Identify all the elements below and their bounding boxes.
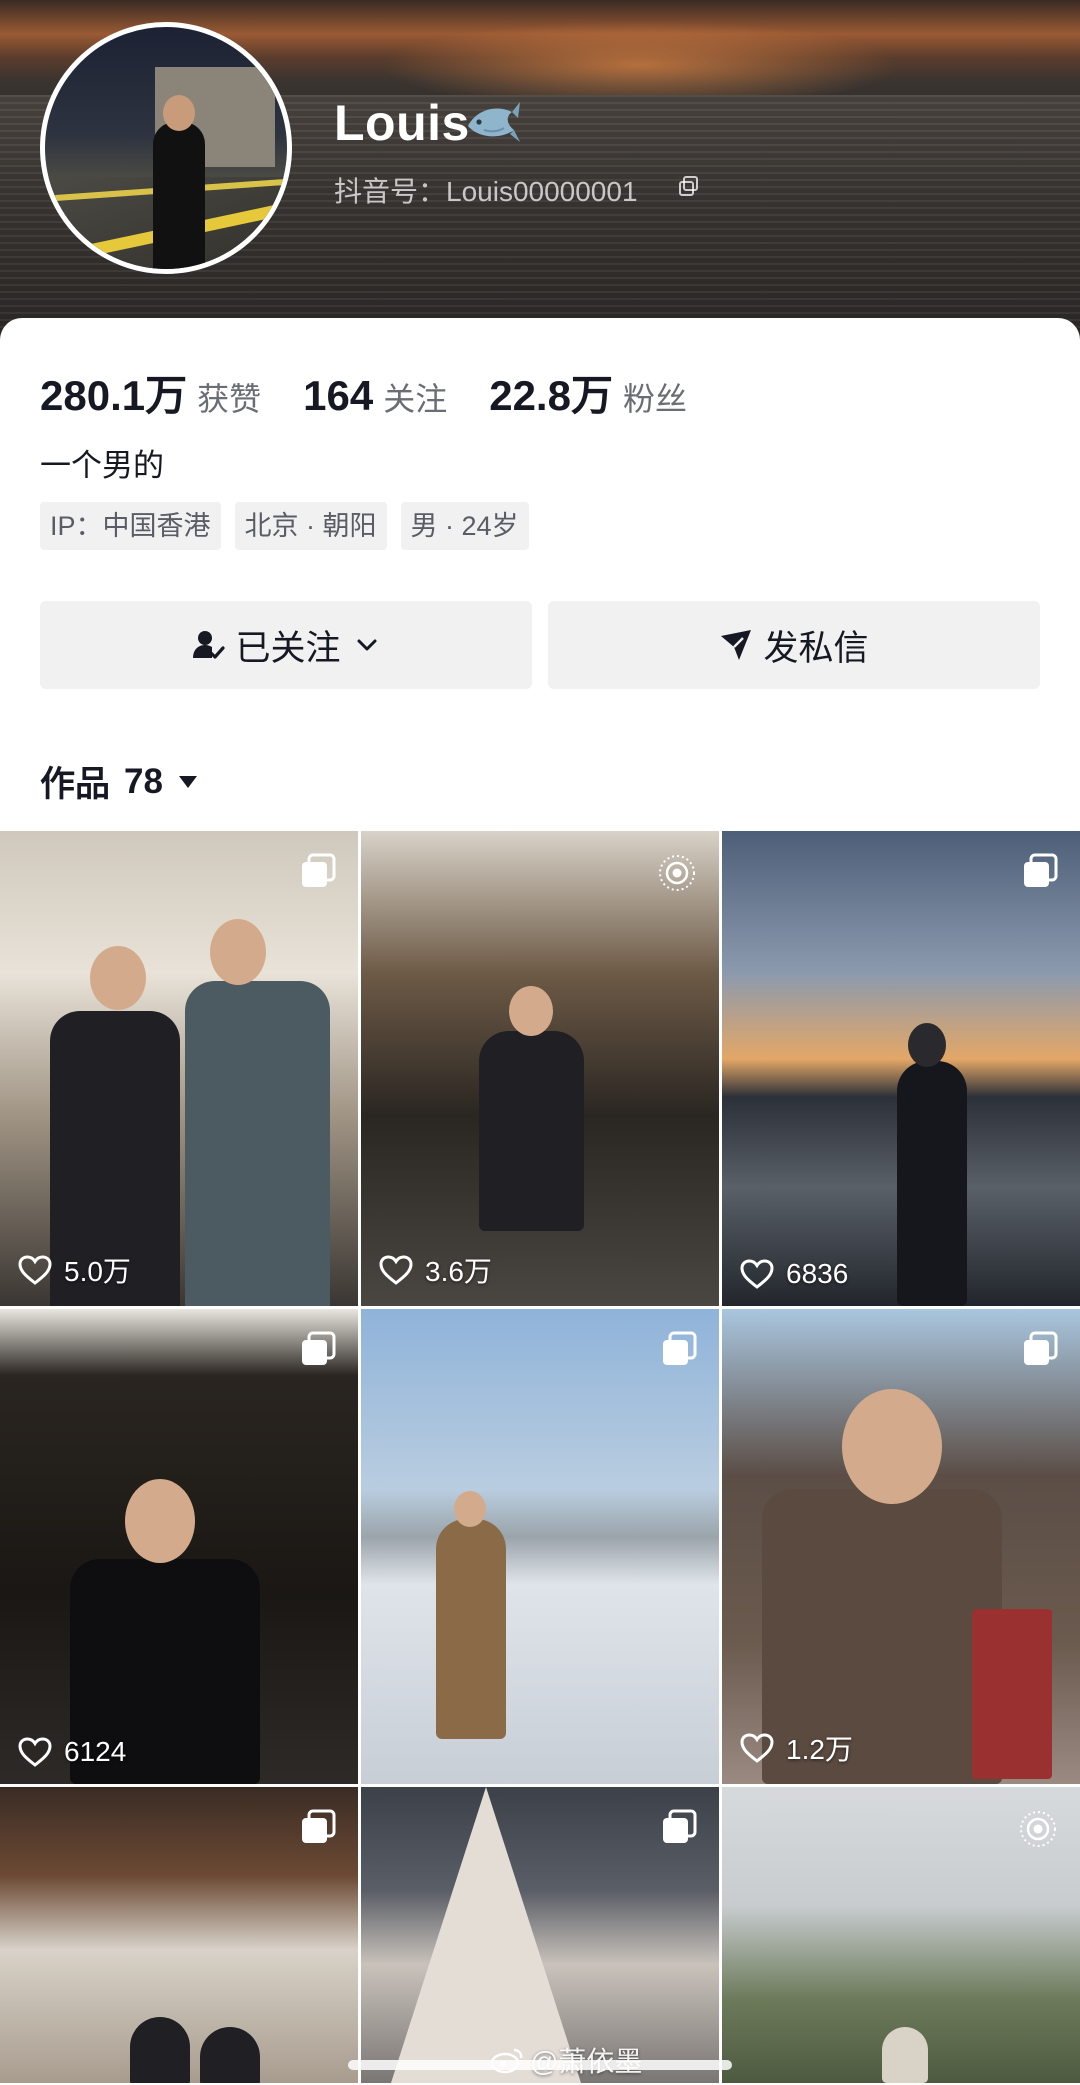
home-indicator[interactable] bbox=[348, 2060, 732, 2070]
gallery-icon bbox=[302, 1809, 336, 1843]
post-figure-face bbox=[210, 919, 266, 985]
avatar-person bbox=[153, 122, 205, 269]
copy-icon[interactable] bbox=[678, 175, 700, 197]
post-likes-count: 3.6万 bbox=[425, 1256, 492, 1287]
post-figure bbox=[436, 1519, 506, 1739]
post-likes: 6124 bbox=[18, 1736, 126, 1768]
post-figure-face bbox=[908, 1023, 946, 1067]
post-figure-face bbox=[509, 986, 553, 1036]
tag-gender-age: 男 · 24岁 bbox=[400, 502, 529, 550]
profile-stats: 280.1万 获赞 164 关注 22.8万 粉丝 bbox=[40, 362, 729, 423]
post-likes: 6836 bbox=[740, 1258, 848, 1290]
gallery-icon bbox=[1024, 1331, 1058, 1365]
avatar-person-head bbox=[163, 95, 195, 131]
stat-value: 22.8万 bbox=[489, 372, 613, 419]
stat-label: 关注 bbox=[383, 381, 448, 417]
profile-name: Louis bbox=[334, 95, 470, 151]
user-check-icon bbox=[193, 631, 226, 659]
post-thumbnail[interactable] bbox=[361, 1787, 719, 2083]
heart-icon bbox=[18, 1737, 52, 1767]
following-button-label: 已关注 bbox=[235, 628, 341, 668]
post-thumbnail[interactable]: 3.6万 bbox=[361, 831, 719, 1306]
profile-bio: 一个男的 bbox=[40, 448, 164, 483]
heart-icon bbox=[18, 1255, 52, 1285]
send-message-button[interactable]: 发私信 bbox=[548, 601, 1040, 689]
caret-down-icon bbox=[178, 775, 197, 788]
profile-tags: IP：中国香港 北京 · 朝阳 男 · 24岁 bbox=[40, 502, 543, 550]
stat-value: 280.1万 bbox=[40, 372, 188, 419]
stat-label: 获赞 bbox=[197, 381, 262, 417]
heart-icon bbox=[740, 1259, 774, 1289]
post-likes: 1.2万 bbox=[740, 1728, 853, 1768]
posts-grid: 5.0万 3.6万 6836 6124 1.2万 bbox=[0, 831, 1080, 2083]
following-button[interactable]: 已关注 bbox=[40, 601, 532, 689]
tag-ip-location: IP：中国香港 bbox=[40, 502, 221, 550]
post-thumbnail[interactable]: 6836 bbox=[722, 831, 1080, 1306]
heart-icon bbox=[379, 1255, 413, 1285]
post-figure-face bbox=[842, 1389, 942, 1504]
post-likes-count: 6124 bbox=[64, 1736, 127, 1767]
post-figure-face bbox=[454, 1491, 486, 1527]
post-figure-face bbox=[125, 1479, 195, 1563]
stat-following[interactable]: 164 关注 bbox=[303, 372, 447, 420]
works-count: 78 bbox=[124, 761, 163, 801]
works-tab[interactable]: 作品 78 bbox=[40, 756, 199, 807]
live-photo-icon bbox=[659, 855, 695, 891]
gallery-icon bbox=[302, 1331, 336, 1365]
fish-badge-icon bbox=[468, 102, 520, 142]
stat-label: 粉丝 bbox=[622, 381, 687, 417]
works-label: 作品 bbox=[40, 765, 111, 804]
send-message-label: 发私信 bbox=[763, 628, 869, 668]
gallery-icon bbox=[302, 853, 336, 887]
post-figure bbox=[479, 1031, 584, 1231]
post-thumbnail[interactable] bbox=[722, 1787, 1080, 2083]
live-photo-icon bbox=[1020, 1811, 1056, 1847]
profile-info-card: 280.1万 获赞 164 关注 22.8万 粉丝 一个男的 IP：中国香港 北… bbox=[0, 318, 1080, 828]
gallery-icon bbox=[663, 1331, 697, 1365]
post-christmas-tree bbox=[391, 1787, 581, 2083]
post-likes: 5.0万 bbox=[18, 1250, 131, 1290]
gallery-icon bbox=[1024, 853, 1058, 887]
chevron-down-icon bbox=[357, 639, 376, 651]
post-likes-count: 5.0万 bbox=[64, 1256, 131, 1287]
gallery-icon bbox=[663, 1809, 697, 1843]
post-likes-count: 1.2万 bbox=[786, 1734, 853, 1765]
tag-city[interactable]: 北京 · 朝阳 bbox=[234, 502, 387, 550]
post-book bbox=[972, 1609, 1052, 1779]
post-figure bbox=[185, 981, 330, 1306]
stat-followers[interactable]: 22.8万 粉丝 bbox=[489, 362, 687, 423]
post-thumbnail[interactable] bbox=[0, 1787, 358, 2083]
post-thumbnail[interactable] bbox=[361, 1309, 719, 1784]
stat-value: 164 bbox=[303, 372, 374, 419]
post-thumbnail[interactable]: 5.0万 bbox=[0, 831, 358, 1306]
post-figure bbox=[130, 2017, 190, 2083]
heart-icon bbox=[740, 1733, 774, 1763]
post-figure bbox=[200, 2027, 260, 2083]
avatar[interactable] bbox=[40, 22, 292, 274]
post-figure-face bbox=[90, 946, 146, 1010]
post-figure bbox=[897, 1061, 967, 1306]
post-thumbnail[interactable]: 6124 bbox=[0, 1309, 358, 1784]
post-figure bbox=[882, 2027, 928, 2083]
stat-likes[interactable]: 280.1万 获赞 bbox=[40, 362, 261, 423]
post-thumbnail[interactable]: 1.2万 bbox=[722, 1309, 1080, 1784]
post-likes: 3.6万 bbox=[379, 1250, 492, 1290]
post-likes-count: 6836 bbox=[786, 1258, 849, 1289]
douyin-id: 抖音号：Louis00000001 bbox=[334, 176, 638, 207]
send-icon bbox=[721, 630, 752, 660]
